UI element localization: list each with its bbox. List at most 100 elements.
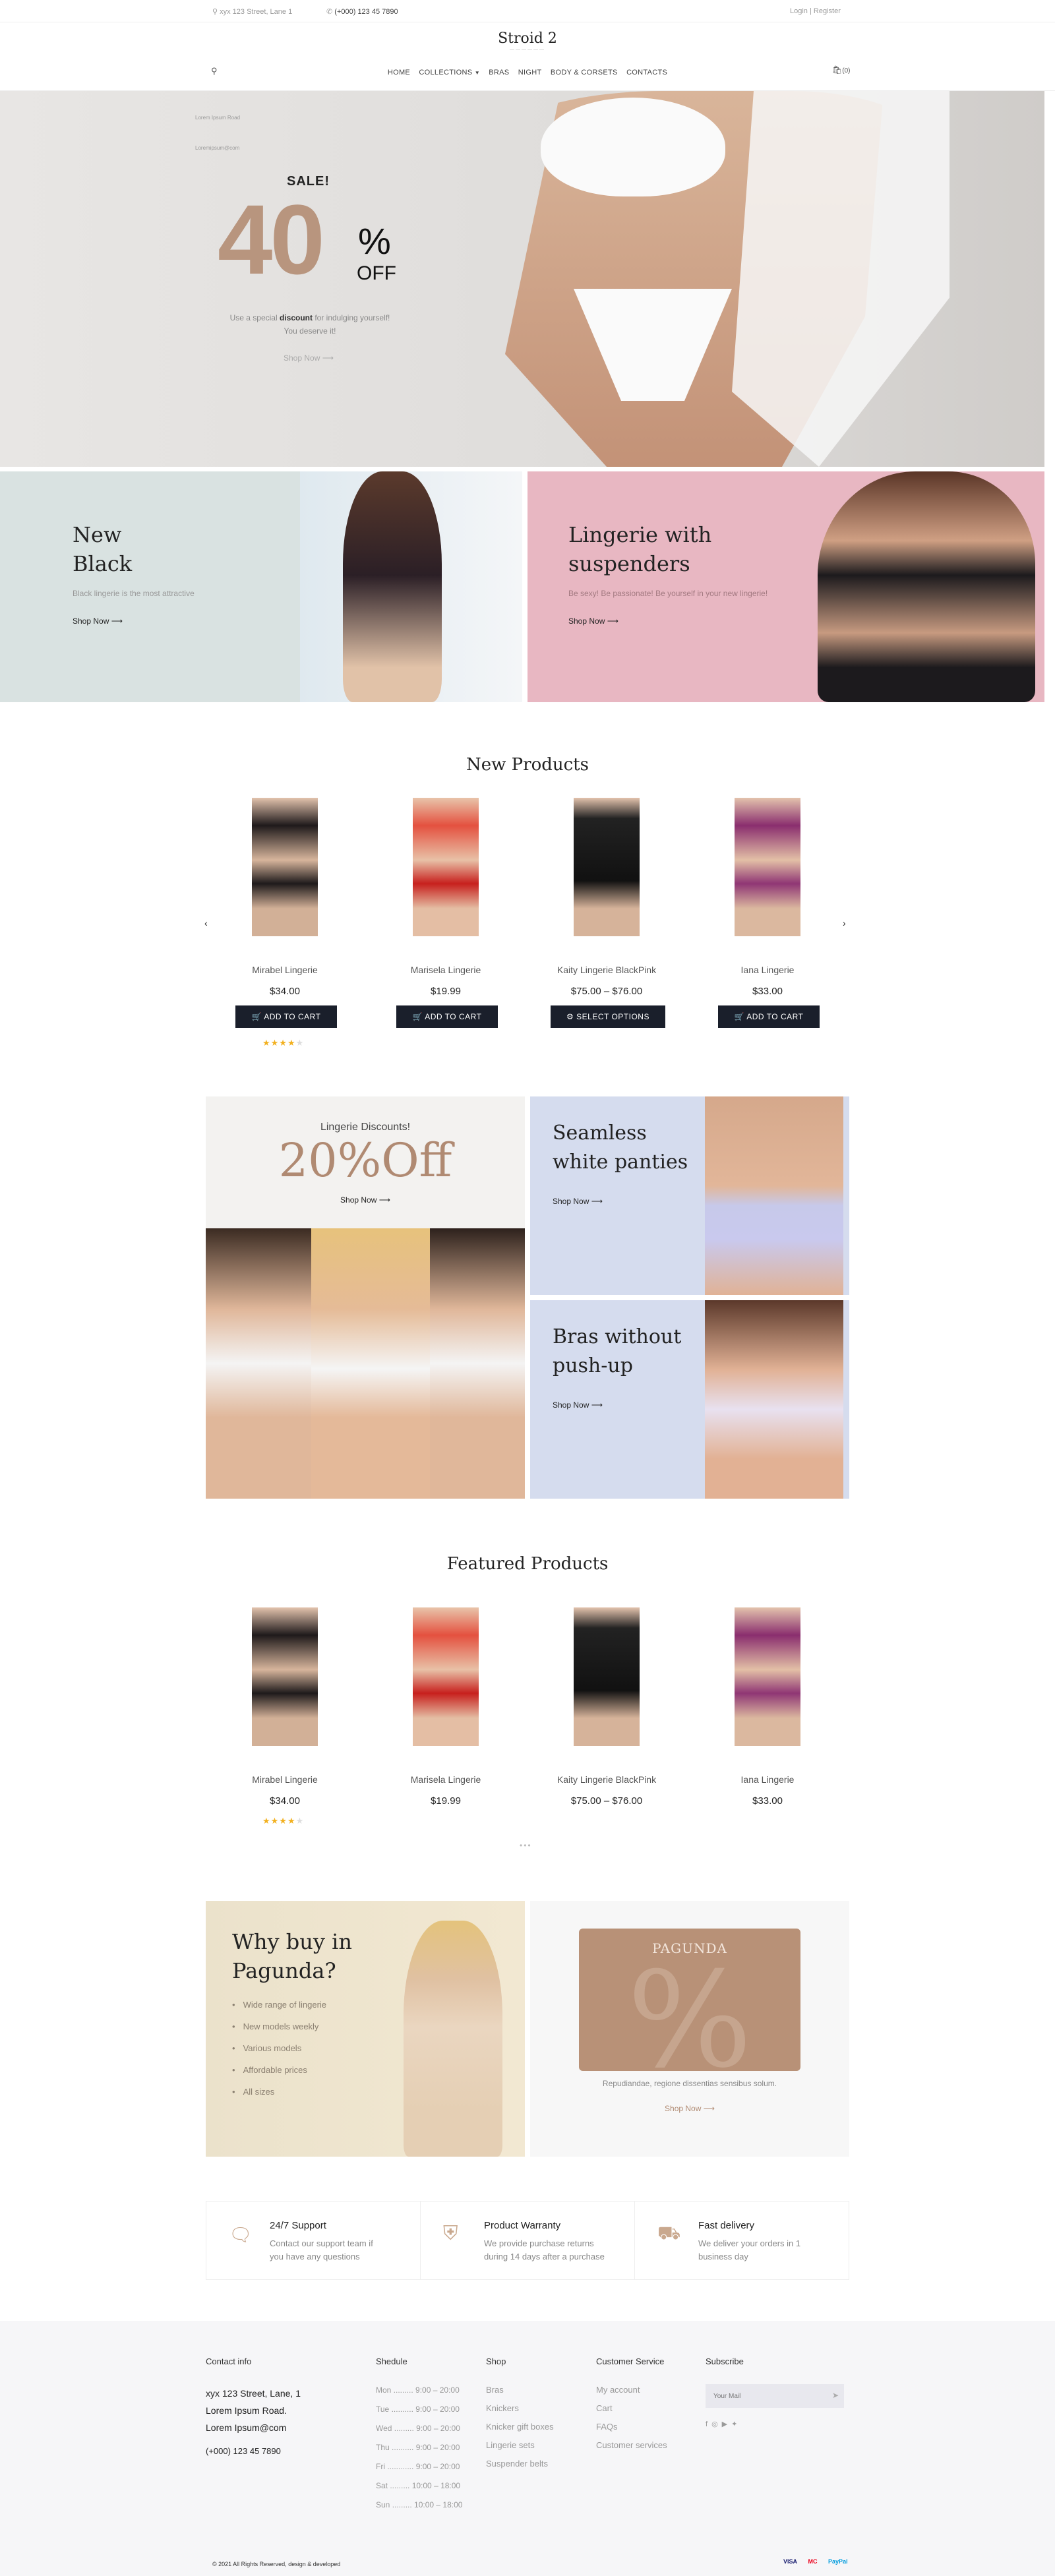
nav-collections[interactable]: COLLECTIONS ▼ [419,69,480,76]
footer-link[interactable]: Knickers [486,2399,554,2418]
nav-contacts[interactable]: CONTACTS [626,69,667,76]
schedule-hours: 9:00 – 20:00 [416,2424,460,2433]
hero-cta-label: Shop Now [284,353,320,363]
pagunda-card[interactable]: PAGUNDA % [579,1929,800,2071]
schedule-row: Mon ......... 9:00 – 20:00 [376,2385,460,2395]
product-name[interactable]: Mirabel Lingerie [206,965,364,975]
footer-link[interactable]: Suspender belts [486,2455,554,2473]
percent-sign: % [358,220,391,262]
bras-banner[interactable]: Bras without push-up Shop Now ⟶ [530,1300,849,1499]
product-image[interactable] [557,791,656,943]
product-image[interactable] [235,791,334,943]
feature-desc-1: We deliver your orders in 1 [698,2238,801,2248]
product-price: $34.00 [270,986,300,997]
model-figure [705,1096,843,1295]
product-image[interactable] [718,1601,817,1752]
send-icon[interactable]: ➤ [832,2391,839,2400]
product-image[interactable] [396,1601,495,1752]
off-label: OFF [357,262,396,284]
hero-description: Use a special discount for indulging you… [204,311,415,338]
schedule-row: Thu .......... 9:00 – 20:00 [376,2443,460,2452]
nav-night[interactable]: NIGHT [518,69,542,76]
twitter-icon[interactable]: ✦ [731,2420,741,2428]
product-name[interactable]: Kaity Lingerie BlackPink [528,1774,686,1785]
product-name[interactable]: Marisela Lingerie [367,1774,525,1785]
location-icon: ⚲ [212,8,218,16]
discount-shop-now[interactable]: Shop Now ⟶ [206,1195,525,1205]
product-image[interactable] [396,791,495,943]
star-icon: ★ [295,1038,305,1048]
bras-shop-now[interactable]: Shop Now ⟶ [553,1400,603,1410]
star-icon: ★★★★ [262,1038,296,1048]
footer-link[interactable]: My account [596,2381,667,2399]
footer-service-links: My account Cart FAQs Customer services [596,2381,667,2455]
product-figure [574,798,640,936]
pagunda-shop-now[interactable]: Shop Now ⟶ [530,2104,849,2113]
promo-desc: Black lingerie is the most attractive [73,589,195,598]
carousel-next-icon[interactable]: › [843,918,846,928]
hero-side-text-2: Loremipsum@com [195,145,240,151]
promo-title-1: Lingerie with [568,522,712,547]
phone-icon: ✆ [326,8,333,16]
nav-home[interactable]: HOME [388,69,410,76]
product-image[interactable] [718,791,817,943]
carousel-dots[interactable]: ••• [520,1841,532,1850]
hero-shop-now[interactable]: Shop Now ⟶ [284,353,334,363]
footer-service: Customer Service My account Cart FAQs Cu… [596,2356,667,2455]
footer-link[interactable]: FAQs [596,2418,667,2436]
star-icon: ★★★★ [262,1816,296,1826]
why-buy-title: Why buy in Pagunda? [232,1927,352,1985]
logo-tagline-line: —————— [510,47,545,52]
product-image[interactable] [235,1601,334,1752]
promo-cta-label: Shop Now [568,616,605,626]
phone-text: (+000) 123 45 7890 [334,8,398,16]
product-image[interactable] [557,1601,656,1752]
promo-title-1: New [73,522,122,547]
product-name[interactable]: Marisela Lingerie [367,965,525,975]
list-item: New models weekly [232,2022,326,2031]
address-info: ⚲ xyx 123 Street, Lane 1 [212,7,292,16]
promo-suspenders[interactable]: Lingerie with suspenders Be sexy! Be pas… [528,471,1044,702]
promo-shop-now[interactable]: Shop Now ⟶ [73,616,123,626]
nav-bras[interactable]: BRAS [489,69,509,76]
nav-body-corsets[interactable]: BODY & CORSETS [551,69,618,76]
seamless-title-1: Seamless [553,1122,647,1145]
discount-banner[interactable]: Lingerie Discounts! 20%Off Shop Now ⟶ [206,1096,525,1499]
product-name[interactable]: Iana Lingerie [688,965,847,975]
product-name[interactable]: Kaity Lingerie BlackPink [528,965,686,975]
footer-link[interactable]: Customer services [596,2436,667,2455]
footer-shop-links: Bras Knickers Knicker gift boxes Lingeri… [486,2381,554,2473]
login-link[interactable]: Login [790,7,808,15]
button-label: ADD TO CART [425,1012,482,1021]
facebook-icon[interactable]: f [706,2420,711,2428]
button-label: SELECT OPTIONS [576,1012,649,1021]
add-to-cart-button[interactable]: 🛒 ADD TO CART [235,1005,337,1028]
product-name[interactable]: Iana Lingerie [688,1774,847,1785]
register-link[interactable]: Register [814,7,841,15]
product-name[interactable]: Mirabel Lingerie [206,1774,364,1785]
add-to-cart-button[interactable]: 🛒 ADD TO CART [718,1005,820,1028]
hero-side-text-1: Lorem Ipsum Road [195,115,241,121]
footer-phone[interactable]: (+000) 123 45 7890 [206,2443,301,2460]
seamless-shop-now[interactable]: Shop Now ⟶ [553,1197,603,1206]
footer-link[interactable]: Bras [486,2381,554,2399]
add-to-cart-button[interactable]: 🛒 ADD TO CART [396,1005,498,1028]
promo-new-black[interactable]: New Black Black lingerie is the most att… [0,471,522,702]
footer-link[interactable]: Knicker gift boxes [486,2418,554,2436]
footer-link[interactable]: Lingerie sets [486,2436,554,2455]
instagram-icon[interactable]: ◎ [711,2420,722,2428]
hero-desc-bold: discount [279,313,313,322]
carousel-prev-icon[interactable]: ‹ [204,918,208,928]
list-item: Affordable prices [232,2065,326,2075]
promo-shop-now[interactable]: Shop Now ⟶ [568,616,618,626]
subscribe-email-input[interactable] [706,2384,824,2408]
product-figure [252,798,318,936]
schedule-hours: 9:00 – 20:00 [415,2462,460,2471]
logo[interactable]: Stroid 2 [0,30,1055,47]
promo-desc: Be sexy! Be passionate! Be yourself in y… [568,589,768,598]
footer-email[interactable]: Lorem Ipsum@com [206,2419,301,2436]
select-options-button[interactable]: ⚙ SELECT OPTIONS [551,1005,665,1028]
seamless-banner[interactable]: Seamless white panties Shop Now ⟶ [530,1096,849,1295]
youtube-icon[interactable]: ▶ [722,2420,731,2428]
footer-link[interactable]: Cart [596,2399,667,2418]
